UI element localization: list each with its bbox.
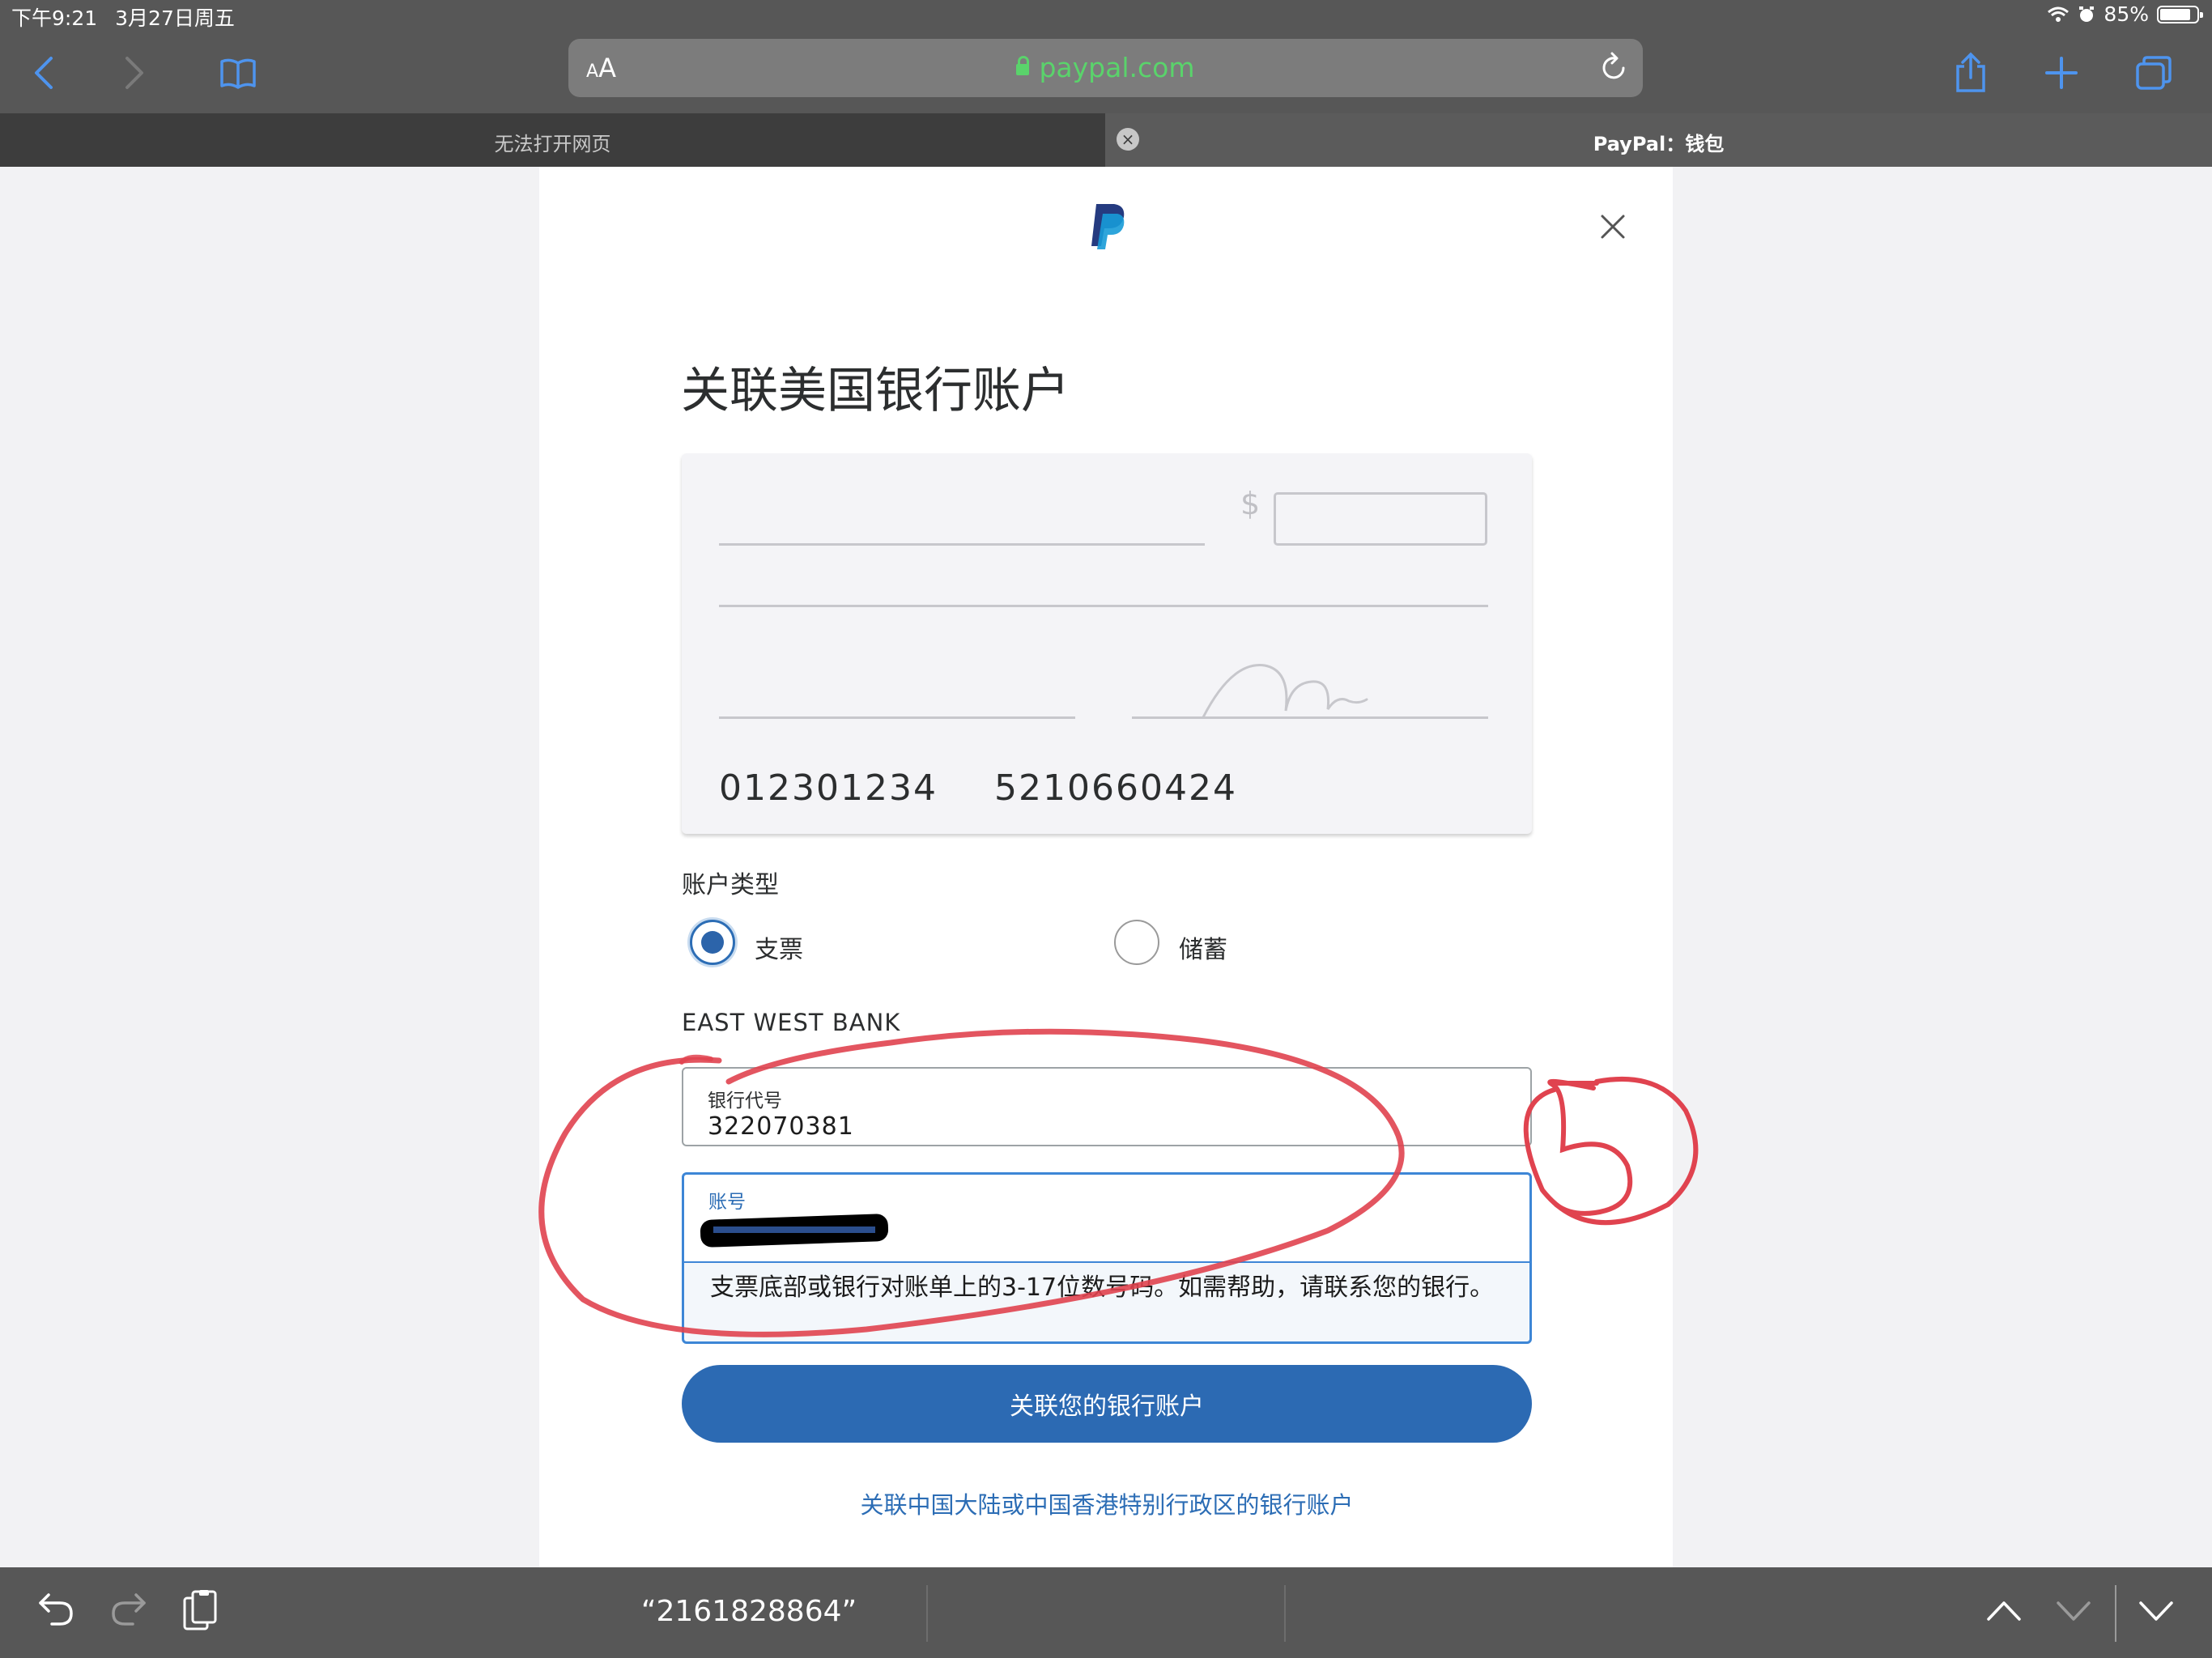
forward-button[interactable] bbox=[108, 47, 160, 99]
share-icon bbox=[1956, 52, 1985, 92]
lock-icon bbox=[1016, 56, 1030, 75]
bookmarks-button[interactable] bbox=[212, 47, 264, 99]
divider bbox=[926, 1585, 928, 1642]
chevron-left-icon bbox=[35, 57, 53, 89]
radio-savings[interactable] bbox=[1114, 920, 1159, 965]
chevron-up-icon[interactable] bbox=[1985, 1598, 2023, 1622]
chevron-right-icon bbox=[125, 57, 143, 89]
radio-checking-label[interactable]: 支票 bbox=[755, 929, 803, 965]
page-title: 关联美国银行账户 bbox=[681, 363, 1070, 419]
account-number-help: 支票底部或银行对账单上的3-17位数号码。如需帮助，请联系您的银行。 bbox=[682, 1261, 1532, 1344]
status-date: 3月27日周五 bbox=[115, 6, 235, 30]
check-amount-box bbox=[1274, 492, 1487, 546]
url-text: paypal.com bbox=[1039, 52, 1195, 83]
tab-bar: 无法打开网页 × PayPal：钱包 bbox=[0, 113, 2212, 167]
dollar-sign: $ bbox=[1240, 486, 1261, 521]
account-number-label: 账号 bbox=[708, 1192, 746, 1213]
reload-icon bbox=[1602, 52, 1625, 79]
link-bank-button[interactable]: 关联您的银行账户 bbox=[682, 1365, 1532, 1443]
close-button[interactable] bbox=[1600, 214, 1626, 243]
tab-cannot-open[interactable]: 无法打开网页 bbox=[0, 113, 1105, 167]
divider bbox=[1284, 1585, 1286, 1642]
battery-percent: 85% bbox=[2104, 2, 2149, 26]
keyboard-accessory-bar: “2161828864” bbox=[0, 1567, 2212, 1658]
tab-title: 无法打开网页 bbox=[494, 133, 611, 155]
radio-checking[interactable] bbox=[690, 920, 735, 965]
tab-paypal-wallet[interactable]: × PayPal：钱包 bbox=[1105, 113, 2212, 167]
tabs-icon bbox=[2136, 56, 2172, 90]
routing-number-value: 322070381 bbox=[708, 1112, 854, 1141]
autofill-suggestion[interactable]: “2161828864” bbox=[0, 1595, 1498, 1628]
check-line-amount bbox=[719, 605, 1488, 607]
redaction-mark-blue bbox=[713, 1226, 875, 1233]
bank-name: EAST WEST BANK bbox=[682, 1009, 901, 1036]
check-line-memo bbox=[719, 716, 1075, 719]
wifi-icon bbox=[2048, 6, 2069, 22]
account-number-field[interactable]: 账号 bbox=[682, 1172, 1532, 1261]
battery-icon bbox=[2157, 5, 2203, 23]
reload-button[interactable] bbox=[1599, 52, 1628, 86]
radio-savings-label[interactable]: 储蓄 bbox=[1179, 929, 1227, 965]
back-button[interactable] bbox=[18, 47, 70, 99]
browser-toolbar: AA paypal.com bbox=[0, 32, 2212, 113]
routing-number-field[interactable]: 银行代号 322070381 bbox=[682, 1067, 1532, 1146]
divider bbox=[2115, 1585, 2116, 1642]
check-line-payee bbox=[719, 543, 1205, 546]
paypal-logo bbox=[1091, 204, 1125, 249]
status-bar: 下午9:21 3月27日周五 85% bbox=[0, 0, 2212, 32]
dismiss-keyboard-icon[interactable] bbox=[2138, 1598, 2175, 1622]
account-type-label: 账户类型 bbox=[682, 871, 779, 899]
tabs-overview-button[interactable] bbox=[2128, 47, 2180, 99]
address-bar[interactable]: AA paypal.com bbox=[568, 39, 1643, 97]
routing-number-label: 银行代号 bbox=[708, 1090, 782, 1112]
paypal-modal: 关联美国银行账户 $ 012301234 5210660424 账户类型 支票 … bbox=[539, 167, 1673, 1567]
link-china-bank[interactable]: 关联中国大陆或中国香港特别行政区的银行账户 bbox=[682, 1486, 1532, 1520]
chevron-down-icon[interactable] bbox=[2055, 1598, 2092, 1622]
signature-scribble bbox=[1202, 664, 1368, 719]
help-text: 支票底部或银行对账单上的3-17位数号码。如需帮助，请联系您的银行。 bbox=[710, 1273, 1495, 1302]
book-icon bbox=[220, 58, 256, 89]
plus-icon bbox=[2045, 57, 2078, 89]
check-account-number: 5210660424 bbox=[994, 767, 1237, 809]
new-tab-button[interactable] bbox=[2035, 47, 2087, 99]
share-button[interactable] bbox=[1945, 47, 1997, 99]
check-routing-number: 012301234 bbox=[719, 767, 938, 809]
tab-title: PayPal：钱包 bbox=[1593, 133, 1725, 155]
status-time: 下午9:21 bbox=[11, 6, 98, 30]
close-icon bbox=[1601, 215, 1625, 239]
alarm-icon bbox=[2079, 6, 2095, 22]
check-illustration: $ 012301234 5210660424 bbox=[682, 453, 1532, 834]
